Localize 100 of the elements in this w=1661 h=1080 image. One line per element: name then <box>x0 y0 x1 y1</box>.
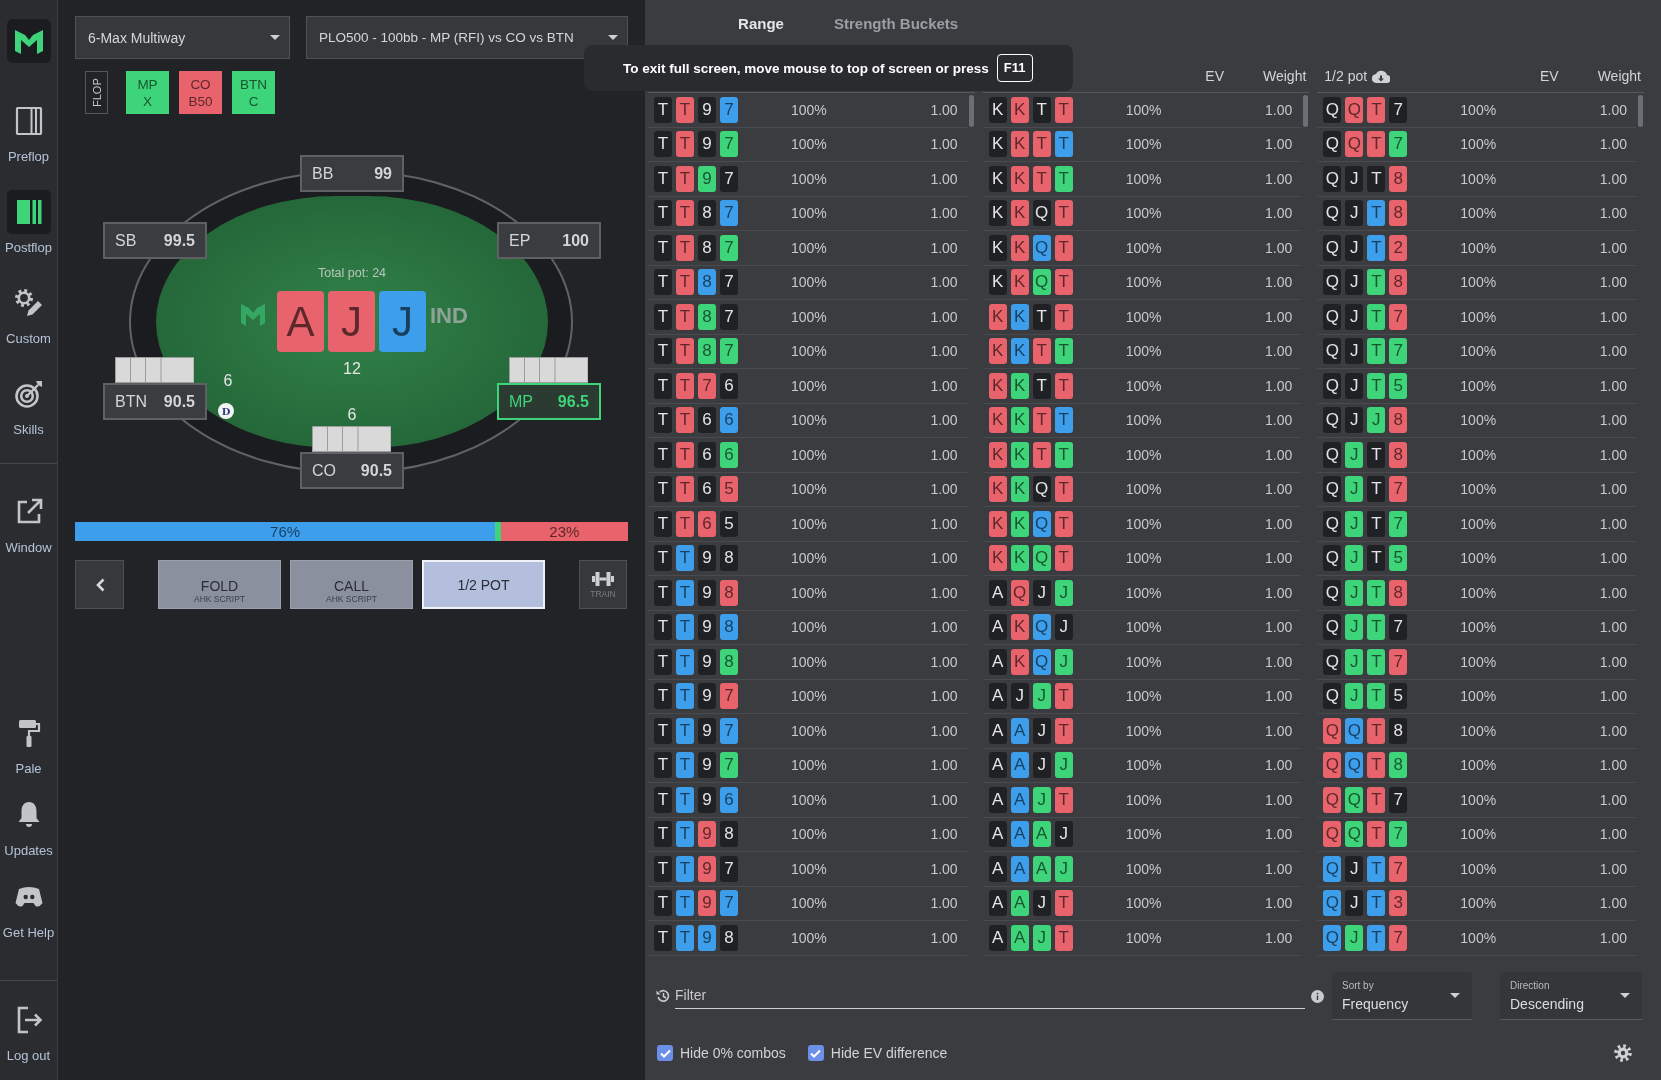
frequency-text: 100% <box>1460 446 1497 463</box>
scrollbar-thumb[interactable] <box>1638 95 1643 127</box>
gear-pencil-icon <box>14 289 43 317</box>
hand-card: 6 <box>698 510 716 537</box>
action-button[interactable]: CALL AHK SCRIPT <box>290 560 413 609</box>
frequency-text: 100% <box>791 377 827 394</box>
action-button[interactable]: 1/2 POT <box>422 560 545 609</box>
nav-item[interactable]: Window <box>0 480 57 571</box>
hand-card: 9 <box>698 821 716 848</box>
hand-card: T <box>654 855 672 882</box>
weight-text: 1.00 <box>1265 757 1293 774</box>
spot-dropdown[interactable]: 6-Max Multiway <box>75 16 290 59</box>
hand-card: T <box>676 96 694 123</box>
filter-field[interactable]: Filter <box>675 977 1305 1009</box>
hand-card: J <box>1032 683 1051 710</box>
nav-item[interactable]: Preflop <box>0 89 57 180</box>
hand-card: T <box>654 648 672 675</box>
hand-card: 7 <box>720 200 738 227</box>
seat-stack: 99.5 <box>163 231 195 250</box>
action-button[interactable]: FOLD AHK SCRIPT <box>158 560 281 609</box>
hand-card: T <box>1367 165 1386 192</box>
hand-card: T <box>676 338 694 365</box>
nav-item[interactable]: Custom <box>0 271 57 362</box>
checkbox[interactable] <box>807 1045 824 1061</box>
caret-icon <box>1450 993 1460 998</box>
weight-text: 1.00 <box>1599 308 1627 325</box>
nav-item[interactable]: Get Help <box>0 865 57 947</box>
hand-card: 7 <box>1389 786 1408 813</box>
hand-card: T <box>1367 303 1386 330</box>
hand-card: Q <box>1323 338 1342 365</box>
spot-dropdown[interactable]: PLO500 - 100bb - MP (RFI) vs CO vs BTN <box>306 16 628 59</box>
hand-card: A <box>988 683 1007 710</box>
nav-item[interactable]: Updates <box>0 783 57 865</box>
weight-text: 1.00 <box>930 239 958 256</box>
history-icon[interactable] <box>655 988 671 1004</box>
hand-card: T <box>1367 510 1386 537</box>
column-heading: Weight <box>1597 68 1641 84</box>
weight-text: 1.00 <box>1599 722 1627 739</box>
hand-card: K <box>988 131 1007 158</box>
back-button[interactable] <box>75 560 124 609</box>
checkbox[interactable] <box>657 1045 673 1061</box>
weight-text: 1.00 <box>930 308 958 325</box>
hand-card: T <box>1054 441 1073 468</box>
hand-card: 5 <box>1389 683 1408 710</box>
hand-card: Q <box>1032 269 1051 296</box>
hand-card: T <box>1054 924 1073 951</box>
street-label: FLOP <box>85 71 108 114</box>
weight-text: 1.00 <box>1599 343 1627 360</box>
hand-card: A <box>1010 821 1029 848</box>
frequency-text: 100% <box>1460 412 1497 429</box>
frequency-text: 100% <box>1460 584 1497 601</box>
nav-item[interactable]: Log out <box>0 988 57 1074</box>
caret-icon <box>608 35 618 40</box>
scrollbar-thumb[interactable] <box>968 95 974 127</box>
hand-card: T <box>1032 372 1051 399</box>
sort-dropdown[interactable]: Sort by Frequency <box>1332 972 1472 1020</box>
hand-card: J <box>1345 545 1364 572</box>
frequency-text: 100% <box>1125 274 1162 291</box>
hand-card: T <box>1367 717 1386 744</box>
frequency-text: 100% <box>1460 929 1497 946</box>
hand-card: T <box>1367 821 1386 848</box>
hand-card: Q <box>1323 165 1342 192</box>
frequency-text: 100% <box>1125 515 1162 532</box>
hand-card: K <box>1010 303 1029 330</box>
hand-card: 8 <box>1389 200 1408 227</box>
frequency-text: 100% <box>1460 136 1497 153</box>
nav-item[interactable]: Skills <box>0 362 57 453</box>
weight-text: 1.00 <box>1599 239 1627 256</box>
weight-text: 1.00 <box>930 929 958 946</box>
hand-card: 8 <box>698 200 716 227</box>
hand-card: T <box>676 441 694 468</box>
scrollbar-thumb[interactable] <box>1303 95 1309 127</box>
tab[interactable]: Strength Buckets <box>826 0 967 48</box>
hand-card: A <box>988 890 1007 917</box>
settings-icon[interactable] <box>1614 1044 1632 1062</box>
hand-card: K <box>988 269 1007 296</box>
hand-card: T <box>1032 165 1051 192</box>
info-icon[interactable] <box>1311 989 1324 1003</box>
hand-card: 7 <box>720 338 738 365</box>
weight-text: 1.00 <box>930 722 958 739</box>
nav-item[interactable]: Postflop <box>0 180 57 271</box>
frequency-text: 100% <box>1460 550 1497 567</box>
direction-dropdown[interactable]: Direction Descending <box>1500 972 1642 1020</box>
hand-card: J <box>1054 752 1073 779</box>
hand-card: J <box>1054 855 1073 882</box>
frequency-text: 100% <box>791 722 827 739</box>
hand-card: 5 <box>720 510 738 537</box>
nav-item[interactable]: Pale <box>0 701 57 783</box>
hand-card: A <box>988 614 1007 641</box>
frequency-text: 100% <box>1125 446 1162 463</box>
hand-card: K <box>988 372 1007 399</box>
hand-card: A <box>988 579 1007 606</box>
hand-card: 7 <box>1389 855 1408 882</box>
hand-card: T <box>654 200 672 227</box>
weight-text: 1.00 <box>1265 343 1293 360</box>
hand-card: 6 <box>698 476 716 503</box>
frequency-text: 100% <box>1125 653 1162 670</box>
hand-card: A <box>1010 855 1029 882</box>
frequency-text: 100% <box>1125 343 1162 360</box>
frequency-text: 100% <box>1125 688 1162 705</box>
